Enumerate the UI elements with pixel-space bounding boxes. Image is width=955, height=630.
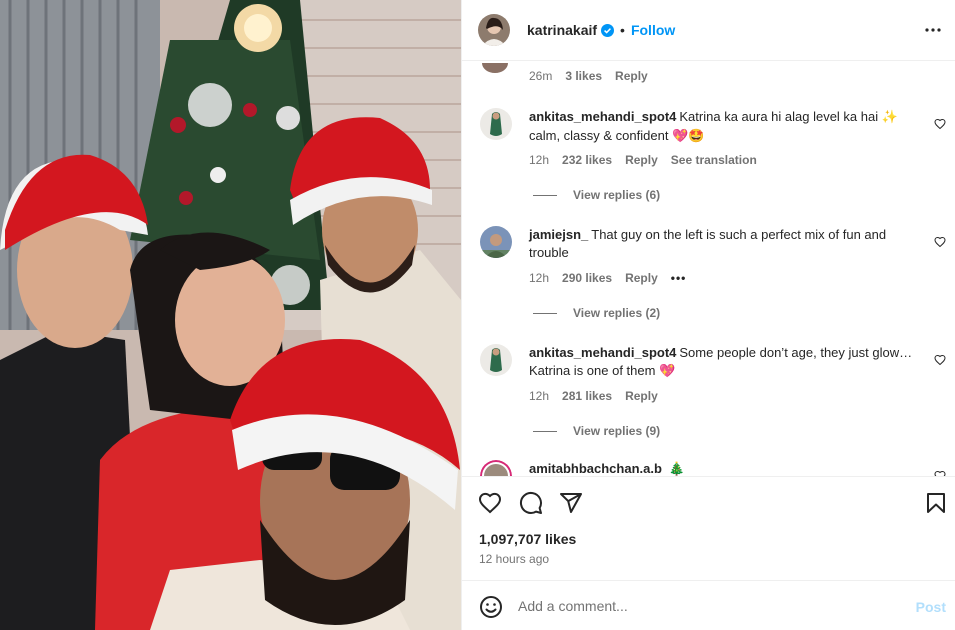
- commenter-avatar[interactable]: [480, 460, 512, 476]
- commenter-username[interactable]: amitabhbachchan.a.b: [529, 461, 662, 476]
- post-header: katrinakaif • Follow: [462, 0, 955, 61]
- commenter-username[interactable]: ankitas_mehandi_spot4: [529, 109, 676, 124]
- comment-icon[interactable]: [519, 491, 543, 515]
- comment-input[interactable]: [518, 593, 898, 619]
- comment-options-icon[interactable]: •••: [671, 271, 687, 285]
- more-horizontal-icon[interactable]: [924, 22, 942, 38]
- comment-time: 12h: [529, 271, 550, 285]
- comment-meta: 12h 290 likes Reply •••: [529, 271, 686, 285]
- commenter-username[interactable]: jamiejsn_: [529, 227, 588, 242]
- post-comment-button[interactable]: Post: [916, 599, 946, 615]
- post-actions-bar: [462, 476, 955, 530]
- share-icon[interactable]: [559, 491, 583, 515]
- christmas-tree-emoji: 🎄: [668, 462, 685, 476]
- view-replies-button[interactable]: View replies (9): [533, 424, 660, 438]
- see-translation-link[interactable]: See translation: [671, 153, 757, 167]
- post-details-panel: katrinakaif • Follow 26m 3 likes Reply a…: [461, 0, 955, 630]
- emoji-icon[interactable]: [479, 595, 503, 619]
- comment-likes[interactable]: 232 likes: [562, 153, 612, 167]
- author-avatar[interactable]: [478, 14, 510, 46]
- comment-like-heart-icon[interactable]: [934, 236, 946, 248]
- comment-like-heart-icon[interactable]: [934, 354, 946, 366]
- add-comment-bar: Post: [462, 580, 955, 630]
- comment-time: 12h: [529, 389, 550, 403]
- comment-text: ankitas_mehandi_spot4 Some people don’t a…: [529, 345, 913, 379]
- partial-comment-meta: 26m 3 likes Reply: [529, 69, 648, 83]
- sparkles-emoji: ✨: [881, 110, 898, 125]
- view-replies-button[interactable]: View replies (6): [533, 188, 660, 202]
- commenter-avatar[interactable]: [480, 226, 512, 258]
- post-photo[interactable]: [0, 0, 461, 630]
- comment-time: 26m: [529, 69, 553, 83]
- comment-meta: 12h 281 likes Reply: [529, 389, 658, 403]
- heart-emoji: 💖: [659, 364, 676, 379]
- reply-button[interactable]: Reply: [625, 271, 658, 285]
- comments-list[interactable]: 26m 3 likes Reply ankitas_mehandi_spot4 K…: [462, 62, 955, 476]
- partial-comment-avatar: [480, 62, 510, 74]
- heart-icon[interactable]: [478, 491, 502, 515]
- verified-badge-icon: [601, 23, 615, 37]
- reply-button[interactable]: Reply: [625, 153, 658, 167]
- comment-likes[interactable]: 290 likes: [562, 271, 612, 285]
- separator-dot: •: [620, 22, 625, 38]
- comment-likes[interactable]: 281 likes: [562, 389, 612, 403]
- divider-line: [533, 312, 557, 314]
- commenter-avatar[interactable]: [480, 344, 512, 376]
- bookmark-icon[interactable]: [924, 491, 948, 515]
- comment-meta: 12h 232 likes Reply See translation: [529, 153, 757, 167]
- comment-like-heart-icon[interactable]: [934, 118, 946, 130]
- divider-line: [533, 430, 557, 432]
- reply-button[interactable]: Reply: [615, 69, 648, 83]
- comment-text: jamiejsn_ That guy on the left is such a …: [529, 227, 887, 260]
- reply-button[interactable]: Reply: [625, 389, 658, 403]
- likes-count[interactable]: 1,097,707 likes: [479, 531, 576, 547]
- divider-line: [533, 194, 557, 196]
- post-timestamp[interactable]: 12 hours ago: [479, 552, 549, 566]
- follow-button[interactable]: Follow: [631, 22, 675, 38]
- comment-text: amitabhbachchan.a.b 🎄: [529, 460, 915, 476]
- commenter-username[interactable]: ankitas_mehandi_spot4: [529, 345, 676, 360]
- heart-starstruck-emoji: 💖🤩: [672, 129, 705, 144]
- comment-likes[interactable]: 3 likes: [565, 69, 602, 83]
- comment-text: ankitas_mehandi_spot4 Katrina ka aura hi …: [529, 109, 898, 144]
- post-image: [0, 0, 461, 630]
- commenter-avatar[interactable]: [480, 108, 512, 140]
- author-username[interactable]: katrinakaif: [527, 22, 597, 38]
- comment-time: 12h: [529, 153, 550, 167]
- view-replies-button[interactable]: View replies (2): [533, 306, 660, 320]
